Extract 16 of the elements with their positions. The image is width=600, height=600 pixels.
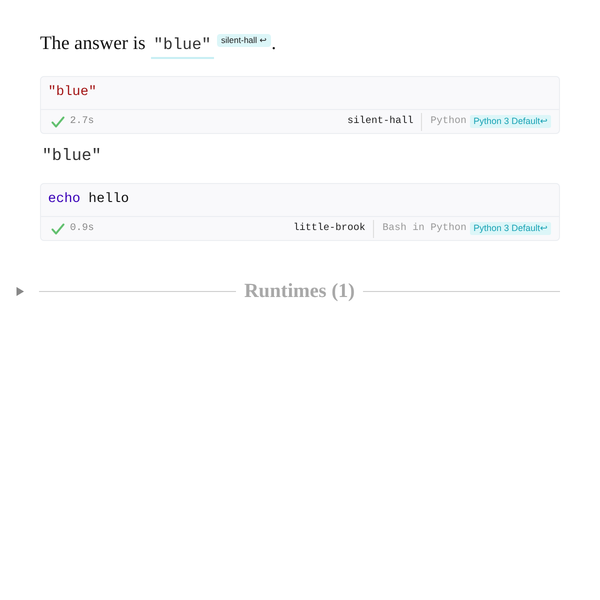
language-label: Bash in Python <box>382 222 466 236</box>
environment-badge: Python 3 Default↩ <box>470 115 551 128</box>
run-duration: 0.9s <box>70 222 94 236</box>
answer-value: "blue" <box>150 33 214 59</box>
cell-output: "blue" <box>42 146 102 166</box>
runtime-name: silent-hall <box>347 114 414 129</box>
sentence-period: . <box>271 33 276 54</box>
language-label: Python <box>430 114 466 129</box>
environment-badge: Python 3 Default↩ <box>470 222 551 235</box>
run-duration: 2.7s <box>70 115 94 129</box>
expand-toggle-icon[interactable] <box>16 286 24 296</box>
code-line: "blue" <box>47 84 98 102</box>
code-line: echo hello <box>47 191 130 209</box>
runtime-name: little-brook <box>293 222 366 236</box>
runtime-badge[interactable]: silent-hall ↩ <box>217 34 272 47</box>
sentence-text: The answer is <box>40 33 146 54</box>
